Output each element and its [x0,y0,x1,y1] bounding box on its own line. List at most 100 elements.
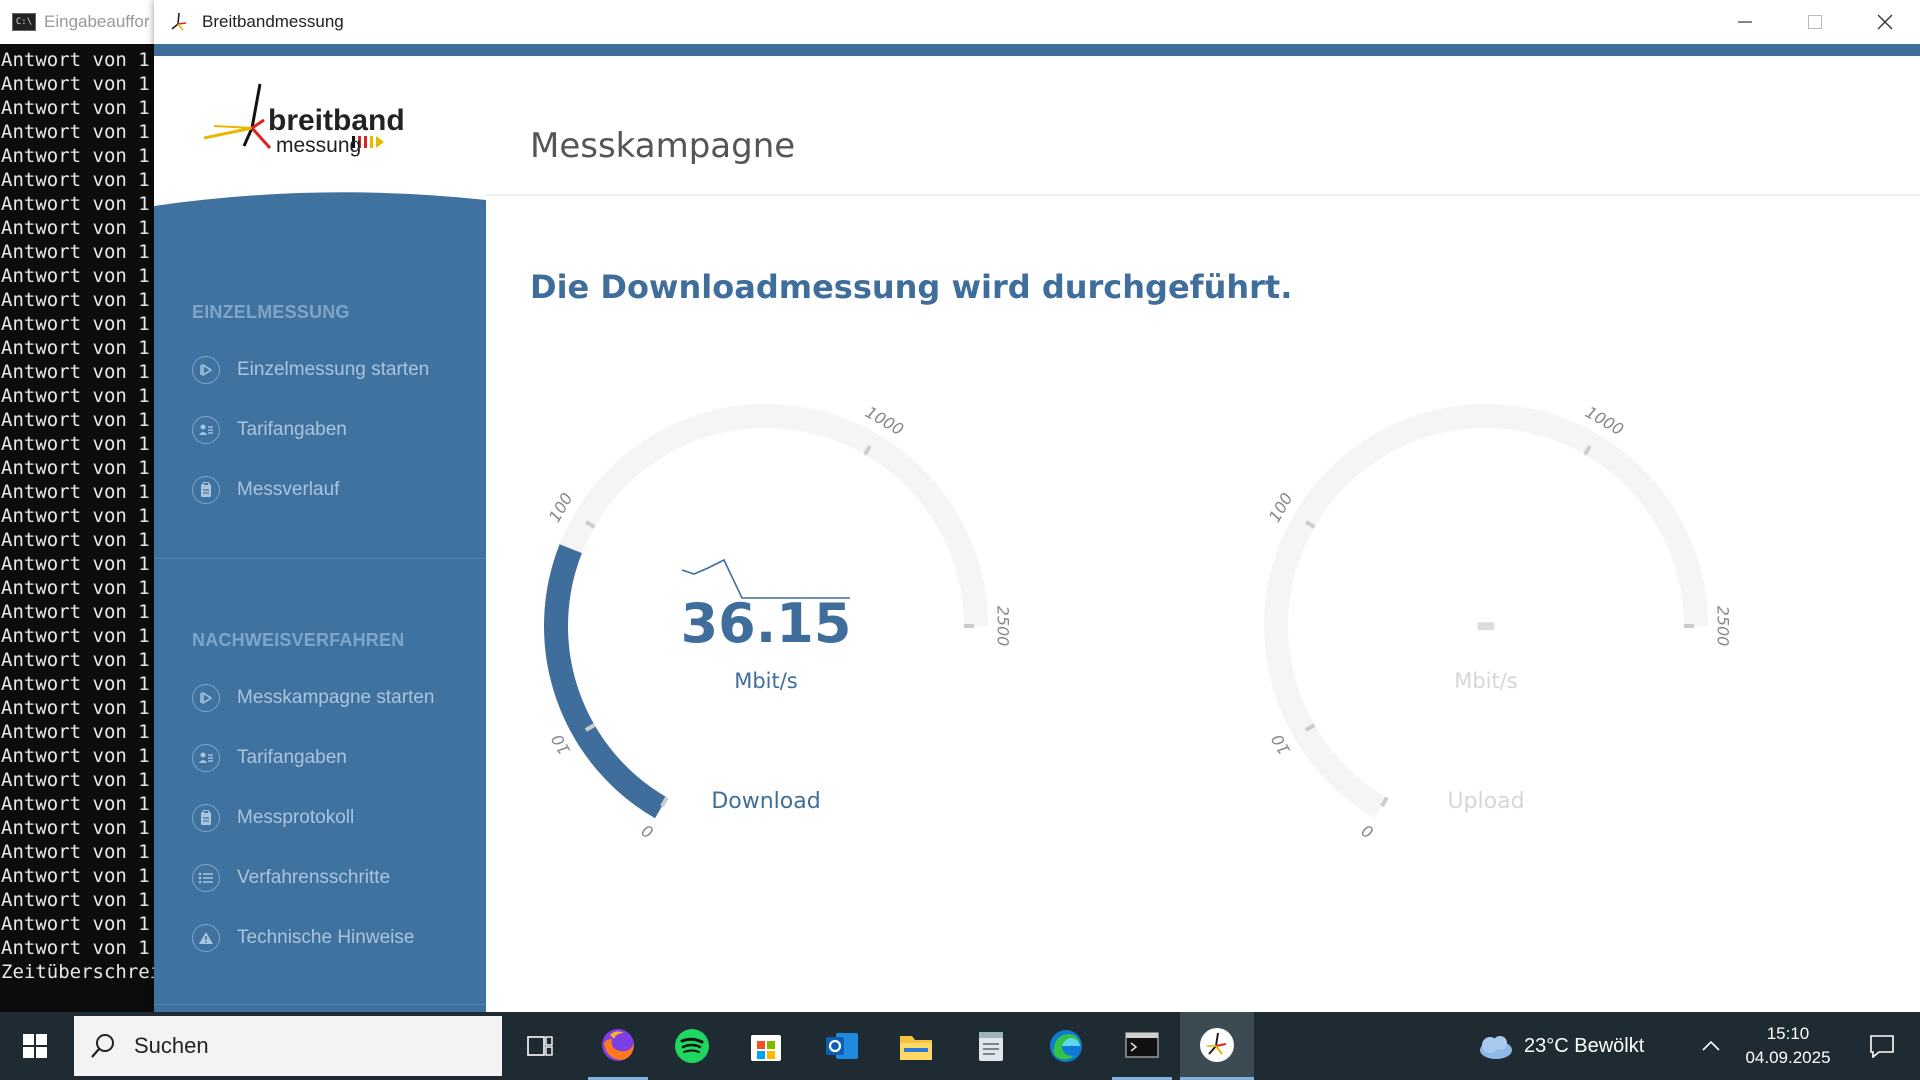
terminal-line: Antwort von 1. [1,697,160,719]
windows-icon [23,1034,47,1058]
terminal-line: Antwort von 1. [1,937,160,959]
user-list-icon [192,744,220,772]
play-icon [192,356,220,384]
spotify-icon[interactable] [662,1012,722,1080]
logo-text-breitband: breitband [268,104,405,137]
breitband-app-icon [171,12,187,31]
terminal-line: Antwort von 1. [1,553,160,575]
upload-gauge-tick-label: 10 [1267,731,1294,758]
store-icon[interactable] [736,1012,796,1080]
terminal-line: Antwort von 1. [1,673,160,695]
terminal-line: Antwort von 1. [1,529,160,551]
clock[interactable]: 15:10 04.09.2025 [1740,1012,1836,1080]
terminal-line: Antwort von 1. [1,361,160,383]
outlook-icon[interactable] [812,1012,872,1080]
title-divider [486,194,1920,196]
terminal-line: Antwort von 1. [1,505,160,527]
terminal-line: Antwort von 1. [1,457,160,479]
clipboard-icon [192,804,220,832]
user-list-icon [192,416,220,444]
terminal-line: Antwort von 1. [1,817,160,839]
terminal-window[interactable]: C:\ Eingabeauffor Antwort von 1. Antwort … [0,0,160,1012]
download-gauge: 0101001000250036.15Mbit/sDownload [544,402,1013,842]
measurement-status: Die Downloadmessung wird durchgeführt. [530,268,1293,306]
page-title: Messkampagne [530,126,796,166]
sidebar-divider-bottom [154,1004,486,1005]
weather-widget[interactable]: 23°C Bewölkt [1474,1012,1694,1080]
sidebar-item-label: Technische Hinweise [237,927,415,948]
firefox-icon[interactable] [588,1012,648,1080]
window-titlebar[interactable]: Breitbandmessung [154,0,1920,44]
sidebar-item-einzelmessung-starten[interactable]: Einzelmessung starten [192,352,429,388]
terminal-line: Antwort von 1. [1,433,160,455]
terminal-line: Antwort von 1. [1,601,160,623]
window-controls [1710,0,1920,44]
start-button[interactable] [0,1012,70,1080]
terminal-line: Antwort von 1. [1,97,160,119]
sidebar-item-messprotokoll[interactable]: Messprotokoll [192,800,354,836]
terminal-line: Antwort von 1. [1,769,160,791]
sidebar-item-technische-hinweise[interactable]: Technische Hinweise [192,920,414,956]
taskbar: Suchen 23°C Bewölkt 15:10 04.09.2025 [0,1012,1920,1080]
terminal-line: Antwort von 1. [1,577,160,599]
download-gauge-tick-label: 10 [547,731,574,758]
notepad-icon[interactable] [960,1012,1020,1080]
sidebar-item-verfahrensschritte[interactable]: Verfahrensschritte [192,860,390,896]
breitband-window: Breitbandmessung breitband messung EINZE… [154,0,1920,1012]
sidebar-item-messkampagne-starten[interactable]: Messkampagne starten [192,680,435,716]
terminal-titlebar[interactable]: C:\ Eingabeauffor [0,0,160,44]
terminal-line: Antwort von 1. [1,913,160,935]
minimize-button[interactable] [1710,0,1780,44]
download-speed-value: 36.15 [681,592,852,655]
terminal-line: Antwort von 1. [1,721,160,743]
terminal-title: Eingabeauffor [44,12,150,31]
breitbandmessung-logo: breitband messung [204,76,444,176]
maximize-button[interactable] [1780,0,1850,44]
terminal-icon[interactable] [1112,1012,1172,1080]
sidebar-item-tarifangaben[interactable]: Tarifangaben [192,412,347,448]
play-icon [192,684,220,712]
explorer-icon[interactable] [886,1012,946,1080]
terminal-line: Antwort von 1. [1,625,160,647]
task-view-icon[interactable] [510,1012,570,1080]
breitband-taskbar-icon[interactable] [1180,1012,1254,1080]
upload-speed-unit: Mbit/s [1454,669,1518,693]
section-einzelmessung: EINZELMESSUNG [192,302,350,322]
upload-speed-value: - [1475,592,1497,655]
notification-icon[interactable] [1852,1012,1912,1080]
download-speed-unit: Mbit/s [734,669,798,693]
sidebar-item-messverlauf[interactable]: Messverlauf [192,472,339,508]
terminal-line: Antwort von 1. [1,793,160,815]
sidebar-item-label: Messprotokoll [237,807,355,828]
sidebar: breitband messung EINZELMESSUNG Einzelme… [154,56,486,1012]
terminal-line: Antwort von 1. [1,337,160,359]
warning-icon [192,924,220,952]
sidebar-item-tarifangaben[interactable]: Tarifangaben [192,740,347,776]
terminal-line: Antwort von 1. [1,289,160,311]
terminal-line: Antwort von 1. [1,385,160,407]
sidebar-item-label: Tarifangaben [237,419,347,440]
terminal-line: Antwort von 1. [1,193,160,215]
sidebar-item-label: Messverlauf [237,479,340,500]
terminal-line: Antwort von 1. [1,889,160,911]
terminal-line: Antwort von 1. [1,481,160,503]
sidebar-item-label: Tarifangaben [237,747,347,768]
close-button[interactable] [1850,0,1920,44]
terminal-line-timeout: Zeitüberschrei [1,961,160,983]
edge-icon[interactable] [1036,1012,1096,1080]
taskbar-search[interactable]: Suchen [74,1016,502,1076]
terminal-line: Antwort von 1. [1,265,160,287]
sidebar-divider [154,558,486,559]
search-placeholder: Suchen [134,1033,209,1058]
terminal-line: Antwort von 1. [1,649,160,671]
download-gauge-tick-label: 0 [638,820,656,842]
tray-chevron-up-icon[interactable] [1696,1012,1726,1080]
upload-gauge-tick-label: 2500 [1714,606,1733,647]
clock-date: 04.09.2025 [1745,1048,1831,1067]
terminal-line: Antwort von 1. [1,217,160,239]
terminal-line: Antwort von 1. [1,409,160,431]
section-nachweisverfahren: NACHWEISVERFAHREN [192,630,405,650]
main-content: Messkampagne Die Downloadmessung wird du… [486,56,1920,1012]
terminal-line: Antwort von 1. [1,169,160,191]
terminal-line: Antwort von 1. [1,841,160,863]
